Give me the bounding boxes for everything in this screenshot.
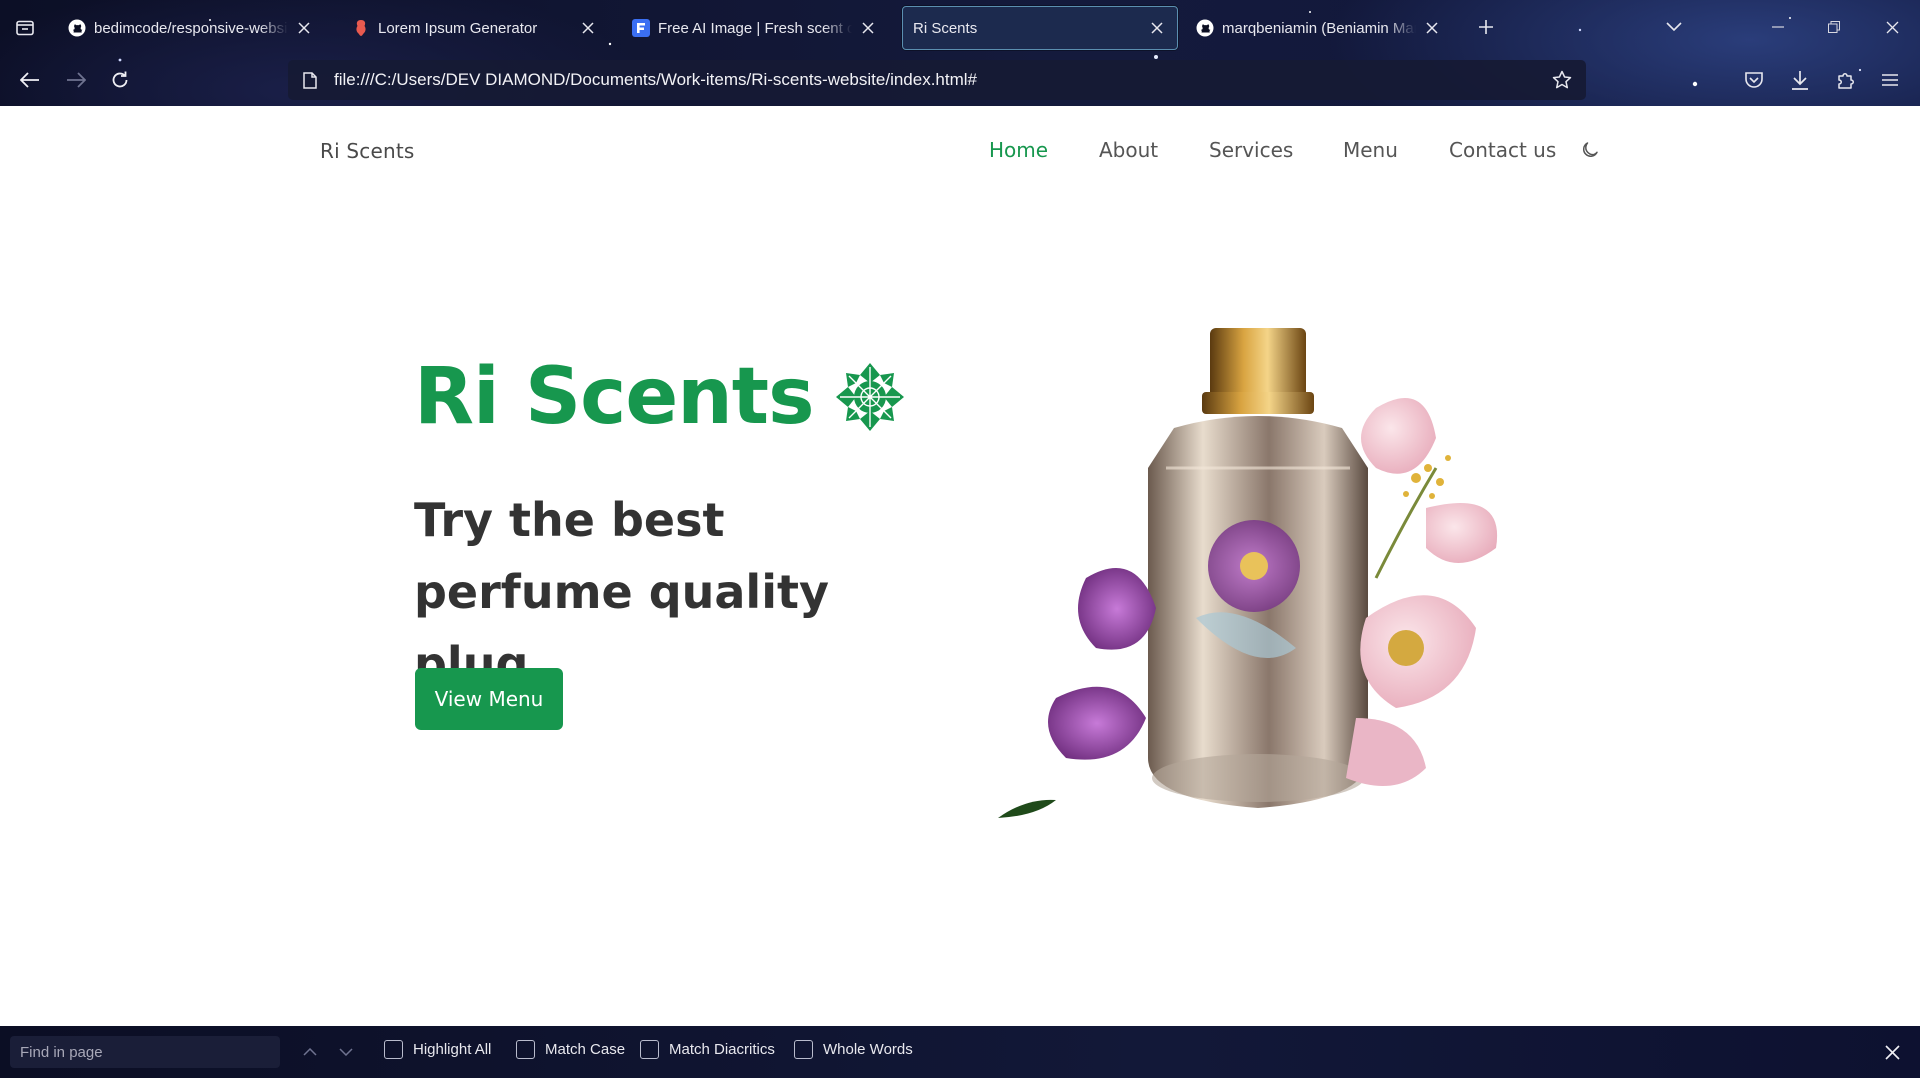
tab-ri-scents[interactable]: Ri Scents	[902, 6, 1178, 50]
whole-words-label: Whole Words	[823, 1041, 913, 1058]
tab-title: bedimcode/responsive-website	[94, 19, 288, 37]
tab-title: Ri Scents	[913, 19, 978, 37]
close-find-bar-button[interactable]	[1878, 1038, 1906, 1066]
page-file-icon	[290, 60, 330, 100]
highlight-all-option[interactable]: Highlight All	[384, 1040, 491, 1059]
back-button[interactable]	[12, 62, 48, 98]
chevron-up-icon	[303, 1048, 317, 1056]
minimize-button[interactable]	[1758, 12, 1798, 42]
close-icon	[1886, 21, 1898, 33]
nav-link-about[interactable]: About	[1099, 138, 1158, 162]
address-bar[interactable]: file:///C:/Users/DEV DIAMOND/Documents/W…	[288, 60, 1586, 100]
close-tab-icon[interactable]	[294, 18, 314, 38]
back-arrow-icon	[20, 72, 39, 88]
forward-arrow-icon	[67, 72, 86, 88]
match-case-checkbox[interactable]	[516, 1040, 535, 1059]
chevron-down-icon	[339, 1048, 353, 1056]
url-text[interactable]: file:///C:/Users/DEV DIAMOND/Documents/W…	[334, 70, 977, 90]
find-previous-button[interactable]	[296, 1038, 324, 1066]
extensions-button[interactable]	[1828, 62, 1864, 98]
tab-lorem-ipsum-generator[interactable]: Lorem Ipsum Generator	[342, 6, 608, 50]
pocket-button[interactable]	[1736, 62, 1772, 98]
match-diacritics-option[interactable]: Match Diacritics	[640, 1040, 775, 1059]
match-case-option[interactable]: Match Case	[516, 1040, 625, 1059]
whole-words-checkbox[interactable]	[794, 1040, 813, 1059]
hamburger-menu-icon	[1882, 74, 1898, 86]
tab-bar: bedimcode/responsive-website Lorem Ipsum…	[0, 0, 1920, 54]
minimize-icon	[1772, 26, 1784, 28]
github-icon	[1196, 19, 1214, 37]
close-tab-icon[interactable]	[1147, 18, 1167, 38]
puzzle-icon	[1838, 73, 1854, 89]
list-all-tabs-button[interactable]	[1654, 12, 1694, 42]
tab-title: Free AI Image | Fresh scent of p	[658, 19, 852, 37]
bookmark-star-icon[interactable]	[1546, 64, 1578, 96]
view-menu-button[interactable]: View Menu	[415, 668, 563, 730]
moon-icon[interactable]	[1578, 138, 1602, 162]
web-page: Ri Scents Home About Services Menu Conta…	[0, 106, 1920, 1026]
find-next-button[interactable]	[332, 1038, 360, 1066]
github-icon	[68, 19, 86, 37]
nav-link-contact-us[interactable]: Contact us	[1449, 138, 1556, 162]
tab-freepik-fresh-scent[interactable]: Free AI Image | Fresh scent of p	[622, 6, 888, 50]
new-tab-button[interactable]	[1466, 12, 1506, 42]
close-tab-icon[interactable]	[578, 18, 598, 38]
nav-link-home[interactable]: Home	[989, 138, 1048, 162]
compass-emblem-icon	[835, 363, 904, 431]
highlight-all-label: Highlight All	[413, 1041, 492, 1058]
highlight-all-checkbox[interactable]	[384, 1040, 403, 1059]
site-navigation: Home About Services Menu Contact us	[0, 106, 1920, 186]
hero-title: Ri Scents	[414, 352, 815, 442]
close-window-button[interactable]	[1872, 12, 1912, 42]
find-in-page-input[interactable]	[10, 1036, 280, 1068]
tab-github-marqbeniamin[interactable]: marqbeniamin (Beniamin Marc	[1186, 6, 1452, 50]
tab-title: marqbeniamin (Beniamin Marc	[1222, 19, 1416, 37]
browser-chrome: bedimcode/responsive-website Lorem Ipsum…	[0, 0, 1920, 106]
restore-icon	[1828, 21, 1840, 33]
freepik-icon	[632, 19, 650, 37]
match-diacritics-label: Match Diacritics	[669, 1041, 775, 1058]
close-tab-icon[interactable]	[1422, 18, 1442, 38]
navigation-toolbar: file:///C:/Users/DEV DIAMOND/Documents/W…	[0, 58, 1920, 104]
plus-icon	[1479, 20, 1493, 34]
nav-link-services[interactable]: Services	[1209, 138, 1293, 162]
hero-heading: Ri Scents	[414, 358, 906, 436]
lorem-ipsum-icon	[352, 19, 370, 37]
match-case-label: Match Case	[545, 1041, 626, 1058]
tab-title: Lorem Ipsum Generator	[378, 19, 538, 37]
download-icon	[1792, 71, 1808, 90]
whole-words-option[interactable]: Whole Words	[794, 1040, 913, 1059]
close-icon	[1884, 1044, 1900, 1060]
downloads-button[interactable]	[1782, 62, 1818, 98]
tab-list-icon	[16, 20, 34, 36]
close-tab-icon[interactable]	[858, 18, 878, 38]
match-diacritics-checkbox[interactable]	[640, 1040, 659, 1059]
nav-link-menu[interactable]: Menu	[1343, 138, 1398, 162]
forward-button[interactable]	[58, 62, 94, 98]
tab-list-button[interactable]	[10, 14, 40, 42]
find-bar: Highlight All Match Case Match Diacritic…	[0, 1026, 1920, 1078]
reload-button[interactable]	[102, 62, 138, 98]
perfume-bottle-image	[998, 328, 1498, 818]
reload-icon	[112, 71, 128, 88]
app-menu-button[interactable]	[1872, 62, 1908, 98]
chevron-down-icon	[1666, 22, 1682, 32]
pocket-icon	[1745, 72, 1763, 88]
tab-github-responsive-website[interactable]: bedimcode/responsive-website	[58, 6, 324, 50]
restore-button[interactable]	[1814, 12, 1854, 42]
